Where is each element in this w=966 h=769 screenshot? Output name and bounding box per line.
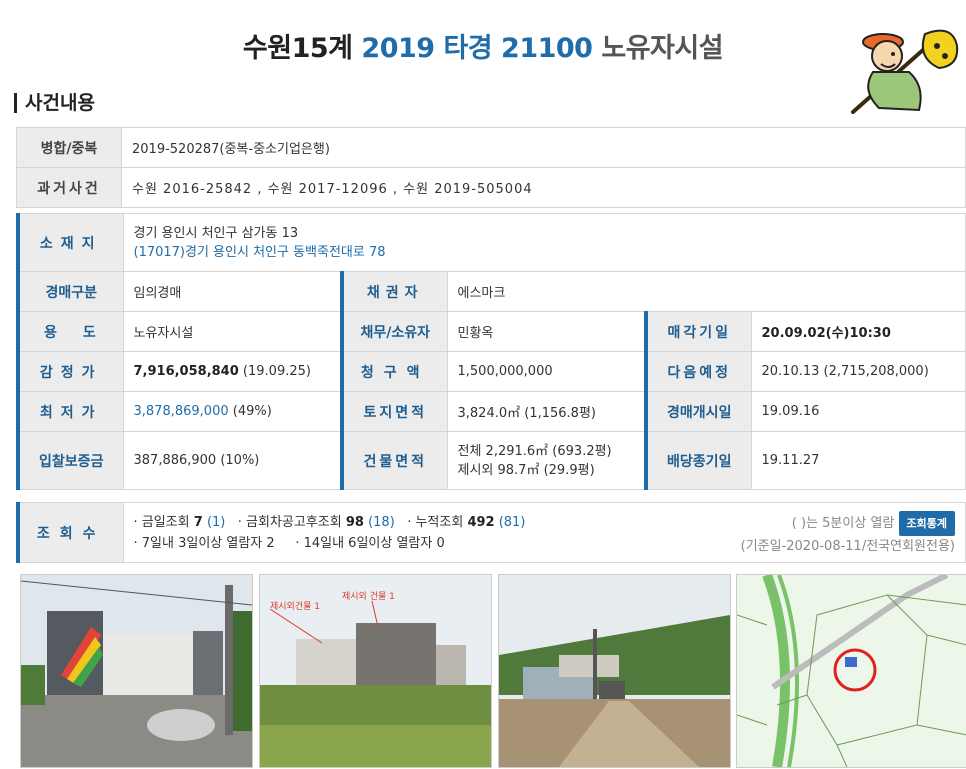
view-stats-button[interactable]: 조회통계: [898, 511, 955, 536]
next-date-value: 20.10.13 (2,715,208,000): [750, 351, 966, 392]
total-views-sub: (81): [498, 514, 526, 530]
land-area-label: 토지면적: [340, 391, 448, 432]
photo-street-view[interactable]: [20, 574, 253, 768]
dividend-date-value: 19.11.27: [750, 431, 966, 490]
section-title: 사건내용: [14, 93, 95, 113]
auction-type-label: 경매구분: [16, 271, 124, 312]
photo-construction-site[interactable]: [498, 574, 731, 768]
traveler-mascot-icon: [851, 29, 959, 114]
use-value: 노유자시설: [122, 311, 343, 352]
case-detail-table: 소재지 경기 용인시 처인구 삼가동 13 (17017)경기 용인시 처인구 …: [16, 213, 966, 490]
merge-label: 병합/중복: [16, 127, 122, 168]
today-views-count: 7: [193, 514, 203, 530]
appraisal-label: 감정가: [16, 351, 124, 392]
auction-start-label: 경매개시일: [644, 391, 752, 432]
use-label: 용도: [16, 311, 124, 352]
auction-start-value: 19.09.16: [750, 391, 966, 432]
claim-label: 청구액: [340, 351, 448, 392]
deposit-label: 입찰보증금: [16, 431, 124, 490]
photo-building-front[interactable]: 제시외건물 1 제시외 건물 1: [259, 574, 492, 768]
building-area-extra: 제시외 98.7㎡ (29.9평): [457, 462, 595, 478]
total-views-count: 492: [467, 514, 495, 530]
post-notice-views-sub: (18): [368, 514, 395, 530]
view-count-table: 조회수 · 금일조회 7 (1) · 금회차공고후조회 98 (18) · 누적…: [16, 502, 966, 563]
post-notice-views-label: · 금회차공고후조회: [237, 514, 342, 530]
land-area-value: 3,824.0㎡ (1,156.8평): [446, 391, 647, 432]
deposit-value: 387,886,900 (10%): [122, 431, 343, 490]
auction-type-value: 임의경매: [122, 271, 343, 312]
photo-gallery: 제시외건물 1 제시외 건물 1: [20, 574, 966, 768]
photo-label-a: 제시외건물 1: [270, 600, 320, 612]
minimum-price-value: 3,878,869,000: [133, 404, 229, 419]
sale-date-label: 매각기일: [644, 311, 752, 352]
views-label: 조회수: [16, 502, 124, 563]
creditor-value: 에스마크: [446, 271, 966, 312]
photo-site-map[interactable]: [736, 574, 966, 768]
appraisal-value: 7,916,058,840: [133, 364, 239, 379]
dividend-date-label: 배당종기일: [644, 431, 752, 490]
minimum-price-label: 최저가: [16, 391, 124, 432]
sale-date-value: 20.09.02(수)10:30: [750, 311, 966, 352]
location-label: 소재지: [16, 213, 124, 272]
claim-value: 1,500,000,000: [446, 351, 647, 392]
case-number: 2019 타경 21100: [361, 33, 593, 64]
case-history-table: 병합/중복 2019-520287(중복-중소기업은행) 과거사건 수원 201…: [16, 127, 966, 208]
building-area-label: 건물면적: [340, 431, 448, 490]
post-notice-views-count: 98: [345, 514, 364, 530]
weekly-viewers: · 7일내 3일이상 열람자 2: [133, 535, 275, 551]
merge-value: 2019-520287(중복-중소기업은행): [121, 127, 966, 168]
minimum-price-pct: (49%): [232, 404, 272, 419]
past-cases-value: 수원 2016-25842 , 수원 2017-12096 , 수원 2019-…: [121, 167, 966, 208]
debtor-value: 민황옥: [446, 311, 647, 352]
today-views-sub: (1): [206, 514, 226, 530]
photo-label-b: 제시외 건물 1: [342, 590, 395, 602]
property-category: 노유자시설: [601, 33, 724, 64]
appraisal-date: (19.09.25): [242, 364, 311, 379]
page-title: 수원15계 2019 타경 21100 노유자시설: [0, 26, 966, 65]
view-note: ( )는 5분이상 열람: [791, 516, 895, 531]
building-area-total: 전체 2,291.6㎡ (693.2평): [457, 443, 612, 459]
location-address: 경기 용인시 처인구 삼가동 13: [133, 225, 299, 241]
total-views-label: · 누적조회: [407, 514, 464, 530]
biweekly-viewers: · 14일내 6일이상 열람자 0: [295, 535, 445, 551]
location-road-address[interactable]: (17017)경기 용인시 처인구 동백죽전대로 78: [134, 243, 956, 262]
debtor-label: 채무/소유자: [340, 311, 448, 352]
court-name: 수원15계: [242, 33, 353, 64]
past-cases-label: 과거사건: [16, 167, 122, 208]
next-date-label: 다음예정: [644, 351, 752, 392]
view-basis-note: (기준일-2020-08-11/전국연회원전용): [740, 539, 955, 554]
today-views-label: · 금일조회: [133, 514, 190, 530]
creditor-label: 채권자: [340, 271, 448, 312]
